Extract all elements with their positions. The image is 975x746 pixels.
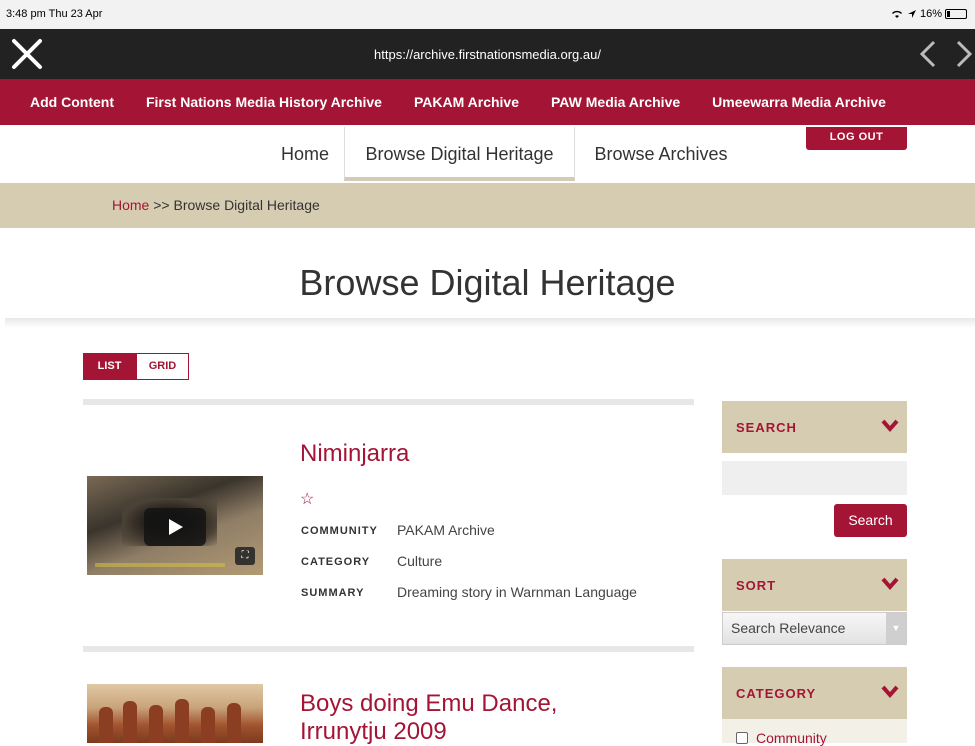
result-title-line: Boys doing Emu Dance, bbox=[300, 690, 558, 717]
category-options: Community bbox=[722, 719, 907, 746]
view-toggle: LIST GRID bbox=[83, 353, 189, 380]
fullscreen-icon[interactable]: ⛶ bbox=[235, 547, 255, 565]
summary-label: SUMMARY bbox=[301, 587, 365, 599]
breadcrumb-separator: >> bbox=[153, 197, 170, 213]
nav-add-content[interactable]: Add Content bbox=[30, 94, 114, 110]
video-thumbnail[interactable]: ⛶ bbox=[87, 476, 263, 575]
tab-home[interactable]: Home bbox=[266, 127, 344, 181]
nav-paw-media-archive[interactable]: PAW Media Archive bbox=[551, 94, 680, 110]
community-option-label[interactable]: Community bbox=[756, 730, 827, 746]
search-button[interactable]: Search bbox=[834, 504, 907, 537]
result-divider bbox=[83, 399, 694, 405]
list-view-button[interactable]: LIST bbox=[83, 353, 136, 380]
breadcrumb-current: Browse Digital Heritage bbox=[173, 197, 320, 213]
image-thumbnail[interactable] bbox=[87, 684, 263, 743]
result-title-line: Irrunytju 2009 bbox=[300, 718, 447, 745]
sort-select[interactable]: Search Relevance ▼ bbox=[722, 612, 907, 645]
result-title[interactable]: Niminjarra bbox=[300, 440, 409, 468]
dancer-figure bbox=[227, 703, 241, 743]
community-value: PAKAM Archive bbox=[397, 522, 495, 538]
category-heading: CATEGORY bbox=[736, 686, 817, 701]
search-heading: SEARCH bbox=[736, 420, 797, 435]
star-icon[interactable]: ☆ bbox=[300, 489, 314, 509]
url-display[interactable]: https://archive.firstnationsmedia.org.au… bbox=[0, 47, 975, 62]
tab-browse-archives[interactable]: Browse Archives bbox=[575, 127, 747, 181]
status-indicators: 16% bbox=[890, 8, 967, 20]
summary-value: Dreaming story in Warnman Language bbox=[397, 584, 637, 600]
video-subtitle bbox=[95, 563, 225, 567]
browser-bar: https://archive.firstnationsmedia.org.au… bbox=[0, 29, 975, 79]
sort-panel-header[interactable]: SORT bbox=[722, 559, 907, 611]
dancer-figure bbox=[123, 701, 137, 743]
forward-arrow-icon[interactable] bbox=[953, 39, 975, 69]
status-time: 3:48 pm Thu 23 Apr bbox=[6, 8, 103, 20]
nav-fnm-history-archive[interactable]: First Nations Media History Archive bbox=[146, 94, 382, 110]
dancer-figure bbox=[99, 707, 113, 743]
main-nav: Home Browse Digital Heritage Browse Arch… bbox=[0, 127, 975, 181]
play-icon[interactable] bbox=[144, 508, 206, 546]
archive-nav: Add Content First Nations Media History … bbox=[0, 79, 975, 125]
title-divider bbox=[5, 318, 975, 328]
wifi-icon bbox=[891, 10, 902, 18]
chevron-down-icon bbox=[881, 419, 899, 433]
community-checkbox[interactable] bbox=[736, 732, 748, 744]
breadcrumb-home[interactable]: Home bbox=[112, 197, 149, 213]
result-divider bbox=[83, 646, 694, 652]
grid-view-button[interactable]: GRID bbox=[136, 353, 189, 380]
chevron-down-icon bbox=[881, 685, 899, 699]
category-label: CATEGORY bbox=[301, 556, 371, 568]
logout-button[interactable]: LOG OUT bbox=[806, 127, 907, 150]
category-panel-header[interactable]: CATEGORY bbox=[722, 667, 907, 719]
chevron-down-icon bbox=[881, 577, 899, 591]
back-arrow-icon[interactable] bbox=[917, 39, 939, 69]
search-panel-header[interactable]: SEARCH bbox=[722, 401, 907, 453]
category-value: Culture bbox=[397, 553, 443, 569]
page-title: Browse Digital Heritage bbox=[299, 262, 676, 303]
location-icon bbox=[907, 10, 916, 18]
search-input[interactable] bbox=[722, 461, 907, 495]
result-title[interactable]: Boys doing Emu Dance, Irrunytju 2009 bbox=[300, 690, 557, 746]
breadcrumb: Home >> Browse Digital Heritage bbox=[0, 183, 975, 228]
status-bar: 3:48 pm Thu 23 Apr 16% bbox=[0, 0, 975, 29]
nav-umeewarra-archive[interactable]: Umeewarra Media Archive bbox=[712, 94, 886, 110]
sort-heading: SORT bbox=[736, 578, 777, 593]
tab-browse-digital-heritage[interactable]: Browse Digital Heritage bbox=[344, 127, 575, 181]
dancer-figure bbox=[201, 707, 215, 743]
dancer-figure bbox=[175, 699, 189, 743]
select-caret-icon: ▼ bbox=[886, 613, 906, 644]
nav-pakam-archive[interactable]: PAKAM Archive bbox=[414, 94, 519, 110]
sort-selected-value: Search Relevance bbox=[731, 620, 846, 636]
battery-icon bbox=[945, 9, 967, 19]
dancer-figure bbox=[149, 705, 163, 743]
battery-percent: 16% bbox=[919, 8, 942, 20]
community-label: COMMUNITY bbox=[301, 525, 378, 537]
